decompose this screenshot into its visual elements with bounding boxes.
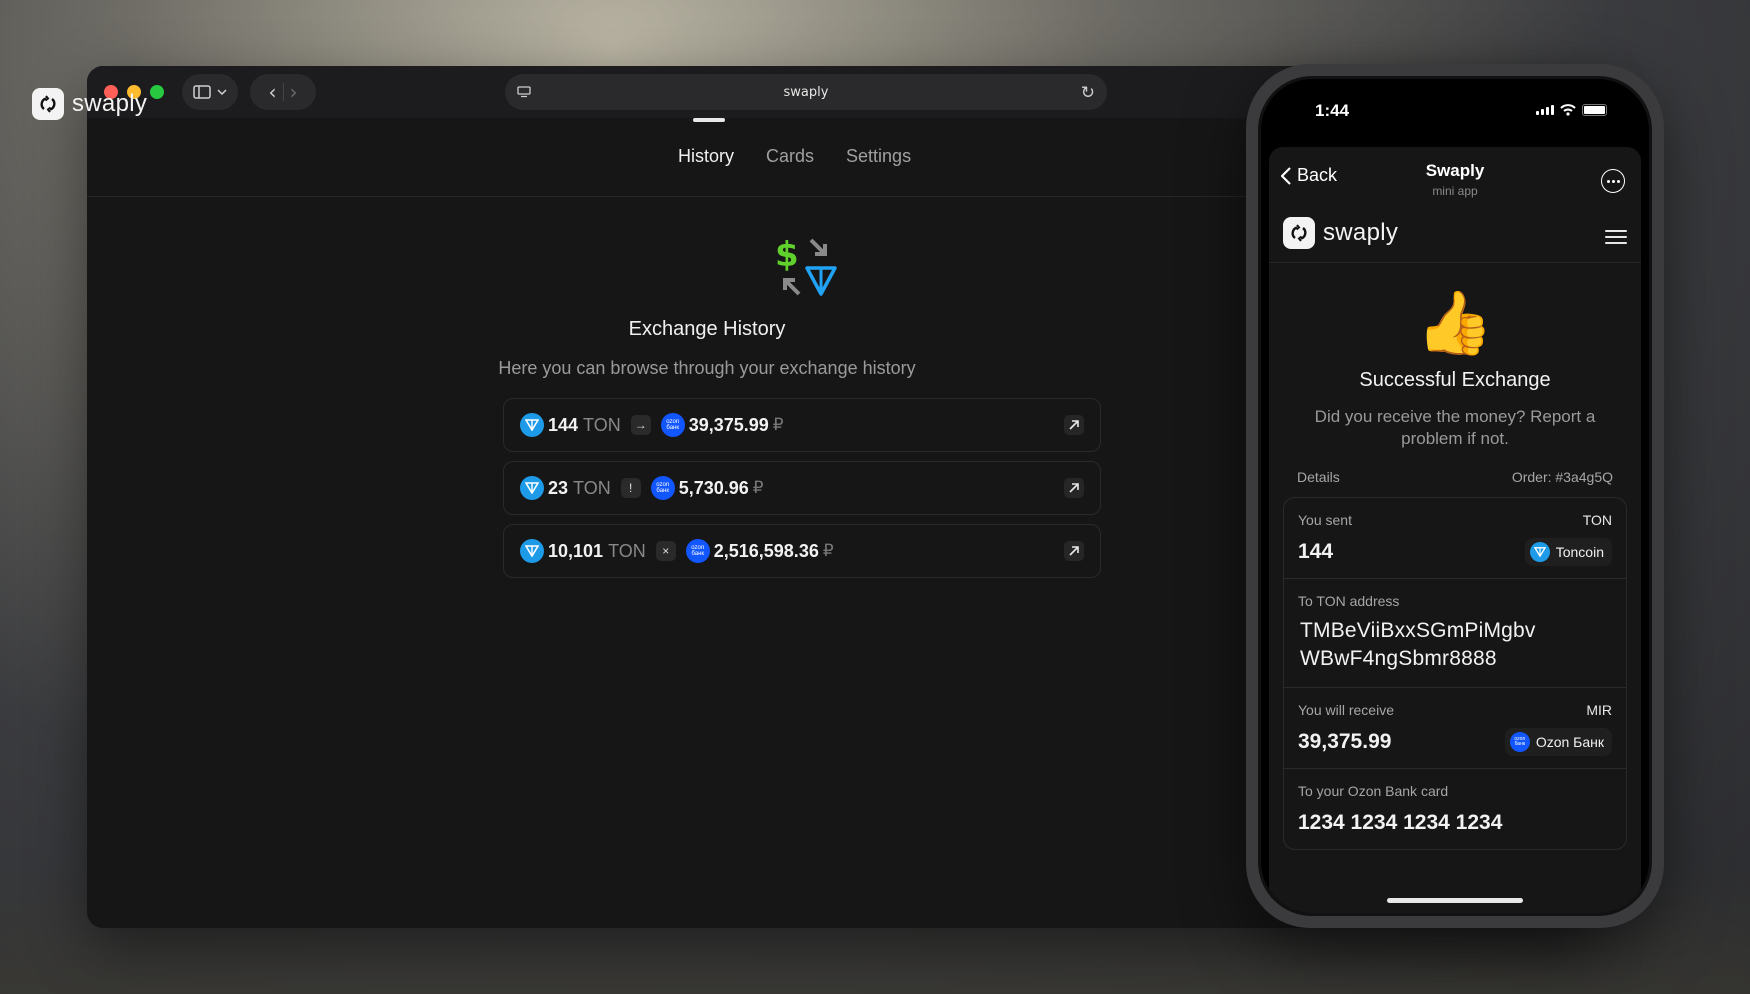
menu-icon[interactable] xyxy=(1605,230,1627,248)
wifi-icon xyxy=(1560,104,1576,116)
ozon-bank-badge: ozon банк Ozon Банк xyxy=(1504,728,1612,756)
ton-coin-icon xyxy=(1529,542,1550,562)
header-divider xyxy=(87,196,1246,197)
details-card: You sent TON 144 Toncoin To TON address … xyxy=(1283,497,1627,850)
site-logo[interactable]: swaply xyxy=(32,88,147,120)
details-header: Details Order: #3a4g5Q xyxy=(1297,469,1613,485)
page-subtitle: Here you can browse through your exchang… xyxy=(498,358,916,378)
ruble-sign: ₽ xyxy=(752,478,764,497)
details-label: Details xyxy=(1297,469,1340,485)
app-logo[interactable]: swaply xyxy=(1283,217,1398,249)
svg-text:$: $ xyxy=(775,235,799,275)
clock: 1:44 xyxy=(1315,101,1350,120)
sent-amount: 23 xyxy=(548,477,569,498)
chevron-down-icon xyxy=(217,89,227,95)
ton-coin-icon xyxy=(520,413,544,437)
ozon-bank-label: Ozon Банк xyxy=(1535,734,1604,750)
forward-arrow-icon[interactable]: › xyxy=(290,82,298,102)
telegram-header: Back Swaply mini app xyxy=(1269,147,1641,211)
logo-text: swaply xyxy=(72,90,148,117)
address-section: To TON address TMBeViiBxxSGmPiMgbv WBwF4… xyxy=(1284,579,1626,688)
ruble-sign: ₽ xyxy=(822,541,834,560)
url-text: swaply xyxy=(783,84,829,100)
history-nav-buttons: ‹ › xyxy=(250,74,316,110)
sent-label: You sent xyxy=(1298,512,1352,528)
exchange-row[interactable]: 144 TON → ozon банк 39,375.99 ₽ xyxy=(503,398,1101,452)
success-subtitle: Did you receive the money? Report a prob… xyxy=(1314,407,1596,448)
sent-currency: TON xyxy=(583,414,621,435)
exchange-row[interactable]: 23 TON ! ozon банк 5,730.96 ₽ xyxy=(503,461,1101,515)
thumbs-up-icon: 👍 xyxy=(1416,286,1494,359)
open-external-icon[interactable] xyxy=(1064,541,1084,561)
sent-amount: 144 xyxy=(548,414,579,435)
swap-logo-icon xyxy=(32,88,64,120)
sidebar-icon xyxy=(193,85,211,99)
phone-device: 1:44 Back Swaply mini app swaply 👍 Succe… xyxy=(1246,64,1664,928)
status-warning-icon: ! xyxy=(620,478,641,498)
home-indicator[interactable] xyxy=(1387,898,1523,903)
page-title: Exchange History xyxy=(628,318,786,340)
order-id: Order: #3a4g5Q xyxy=(1511,469,1613,485)
nav-cards[interactable]: Cards xyxy=(766,146,814,167)
sent-currency: TON xyxy=(573,477,611,498)
app-header: swaply xyxy=(1269,211,1641,263)
divider xyxy=(282,83,284,101)
exchange-row[interactable]: 10,101 TON × ozon банк 2,516,598.36 ₽ xyxy=(503,524,1101,578)
ruble-sign: ₽ xyxy=(772,415,784,434)
receive-section: You will receive MIR 39,375.99 ozon банк … xyxy=(1284,688,1626,769)
toncoin-label: Toncoin xyxy=(1555,544,1604,560)
address-bar[interactable]: swaply ↻ xyxy=(505,74,1107,110)
reload-icon[interactable]: ↻ xyxy=(1081,83,1095,103)
ton-coin-icon xyxy=(520,476,544,500)
ton-coin-icon xyxy=(520,539,544,563)
swap-logo-icon xyxy=(1283,217,1315,249)
received-amount: 5,730.96 xyxy=(678,477,749,498)
received-amount: 2,516,598.36 xyxy=(713,540,819,561)
more-options-icon[interactable] xyxy=(1601,169,1625,193)
ozon-bank-icon: ozon банк xyxy=(685,539,710,563)
nav-history[interactable]: History xyxy=(678,146,734,167)
received-amount: 39,375.99 xyxy=(688,414,769,435)
sent-section: You sent TON 144 Toncoin xyxy=(1284,498,1626,579)
phone-screen: 1:44 Back Swaply mini app swaply 👍 Succe… xyxy=(1258,76,1652,916)
open-external-icon[interactable] xyxy=(1064,415,1084,435)
ozon-bank-icon: ozon банк xyxy=(1509,732,1530,752)
battery-icon xyxy=(1582,104,1607,116)
status-bar: 1:44 xyxy=(1261,95,1649,125)
receive-currency: MIR xyxy=(1586,702,1612,718)
success-title: Successful Exchange xyxy=(1359,369,1551,391)
card-label: To your Ozon Bank card xyxy=(1298,783,1449,799)
address-label: To TON address xyxy=(1298,593,1400,609)
status-arrow-icon: → xyxy=(630,415,651,435)
sent-currency: TON xyxy=(608,540,646,561)
ton-address-line1: TMBeViiBxxSGmPiMgbv xyxy=(1300,619,1536,642)
toncoin-badge: Toncoin xyxy=(1524,538,1612,566)
exchange-history-icon: $ xyxy=(775,235,837,296)
back-arrow-icon[interactable]: ‹ xyxy=(269,82,277,102)
ozon-bank-icon: ozon банк xyxy=(650,476,675,500)
nav-settings[interactable]: Settings xyxy=(846,146,911,167)
sent-amount: 10,101 xyxy=(548,540,604,561)
sidebar-toggle-button[interactable] xyxy=(182,74,238,110)
exchange-list: 144 TON → ozon банк 39,375.99 ₽ 23 TON ! … xyxy=(503,398,1101,587)
sent-currency: TON xyxy=(1582,512,1612,528)
zoom-window-button[interactable] xyxy=(150,85,164,99)
main-nav: History Cards Settings xyxy=(678,146,911,167)
ton-address-line2: WBwF4ngSbmr8888 xyxy=(1300,647,1497,670)
ozon-bank-icon: ozon банк xyxy=(660,413,685,437)
card-number: 1234 1234 1234 1234 xyxy=(1298,811,1503,834)
page-settings-icon[interactable] xyxy=(517,86,531,98)
mini-app: Back Swaply mini app swaply 👍 Successful… xyxy=(1269,147,1641,913)
logo-text: swaply xyxy=(1323,219,1399,246)
open-external-icon[interactable] xyxy=(1064,478,1084,498)
mini-app-subtitle: mini app xyxy=(1432,184,1478,198)
status-failed-icon: × xyxy=(655,541,676,561)
mini-app-title: Swaply xyxy=(1425,161,1485,180)
receive-label: You will receive xyxy=(1298,702,1394,718)
card-section: To your Ozon Bank card 1234 1234 1234 12… xyxy=(1284,769,1626,849)
cellular-signal-icon xyxy=(1536,105,1554,115)
tab-indicator xyxy=(693,118,725,122)
